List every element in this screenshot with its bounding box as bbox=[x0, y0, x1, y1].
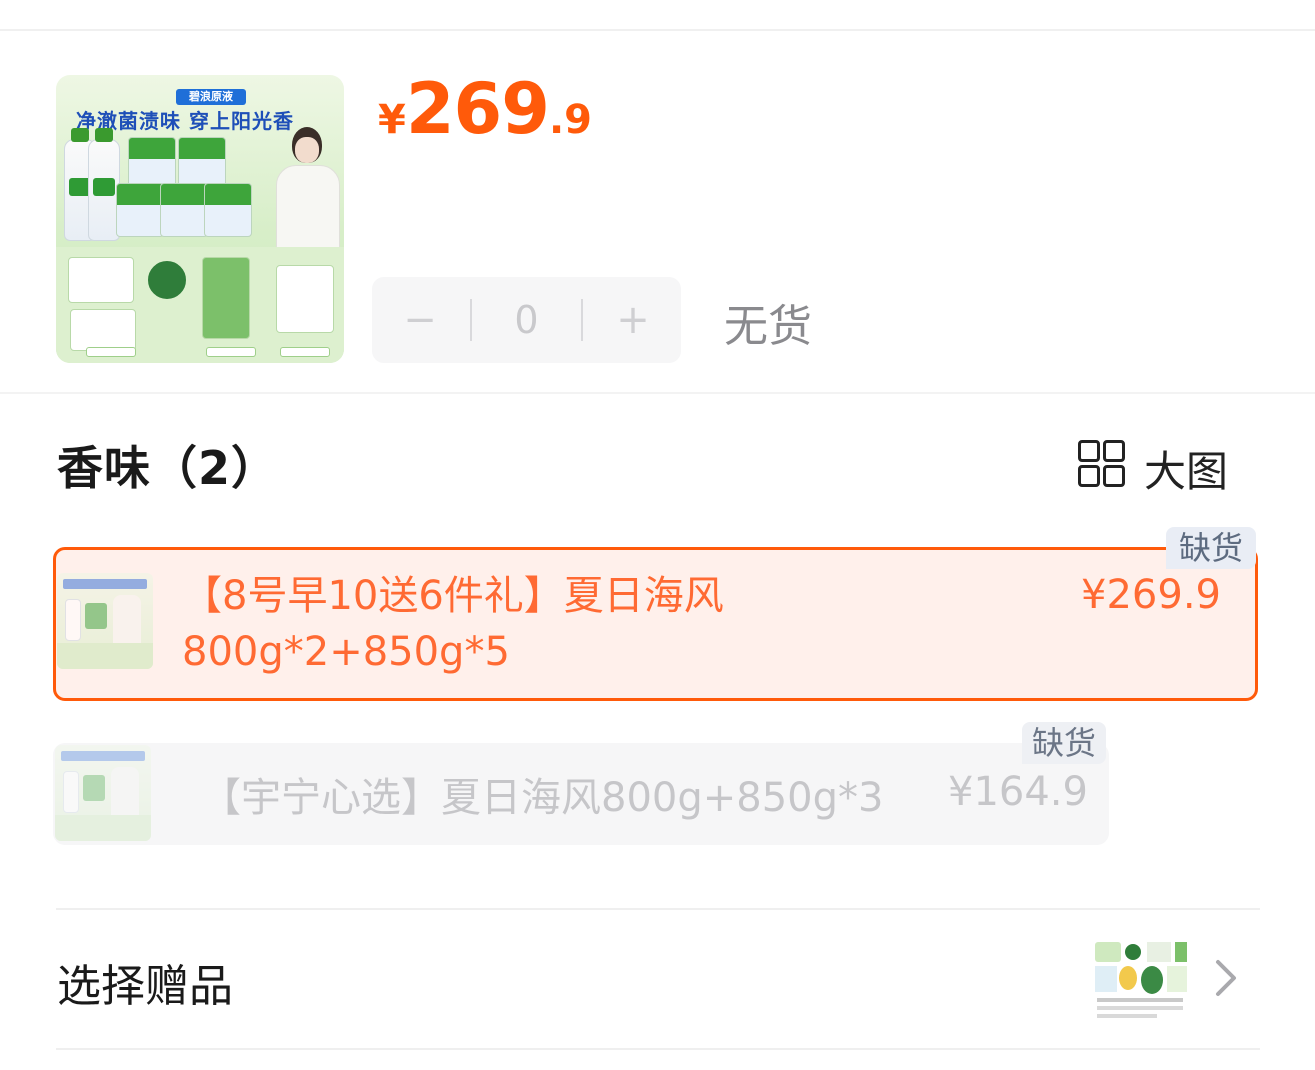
scent-option[interactable]: 【宇宁心选】夏日海风800g+850g*3 ¥164.9 bbox=[53, 743, 1109, 845]
product-image[interactable]: 碧浪原液 净澈菌渍味 穿上阳光香 bbox=[56, 75, 344, 363]
section-divider bbox=[0, 392, 1315, 394]
scent-section-title: 香味（2） bbox=[57, 441, 279, 495]
out-of-stock-badge: 缺货 bbox=[1166, 527, 1256, 569]
option-thumbnail bbox=[55, 745, 151, 841]
price-currency: ¥ bbox=[378, 97, 406, 143]
quantity-stepper: − 0 + bbox=[372, 277, 681, 363]
spokesperson-graphic bbox=[270, 127, 340, 259]
select-gift-label[interactable]: 选择赠品 bbox=[57, 950, 233, 1014]
increase-button[interactable]: + bbox=[585, 277, 681, 363]
section-divider bbox=[56, 908, 1260, 910]
bottom-divider bbox=[56, 1048, 1260, 1050]
large-image-label: 大图 bbox=[1144, 447, 1229, 496]
gift-showcase bbox=[56, 247, 344, 363]
option-thumbnail bbox=[57, 573, 153, 669]
pack-graphic bbox=[204, 183, 252, 237]
price-integer: 269 bbox=[405, 68, 550, 150]
option-price: ¥269.9 bbox=[1081, 572, 1221, 618]
product-image-banner: 碧浪原液 净澈菌渍味 穿上阳光香 bbox=[66, 89, 334, 133]
grid-icon bbox=[1078, 440, 1125, 487]
chevron-right-icon[interactable] bbox=[1212, 958, 1240, 998]
pack-graphic bbox=[160, 183, 208, 237]
decrease-button[interactable]: − bbox=[372, 277, 468, 363]
stock-status: 无货 bbox=[724, 301, 812, 352]
gift-thumbnail[interactable] bbox=[1091, 940, 1189, 1022]
stepper-divider bbox=[581, 299, 583, 341]
option-price: ¥164.9 bbox=[948, 769, 1088, 815]
quantity-input[interactable]: 0 bbox=[472, 277, 581, 363]
scent-option-selected[interactable]: 【8号早10送6件礼】夏日海风800g*2+850g*5 ¥269.9 bbox=[53, 547, 1258, 701]
product-price: ¥269.9 bbox=[378, 68, 592, 150]
pack-graphic bbox=[116, 183, 164, 237]
product-image-tag: 碧浪原液 bbox=[176, 89, 246, 105]
top-divider bbox=[0, 29, 1315, 31]
option-name: 【8号早10送6件礼】夏日海风800g*2+850g*5 bbox=[182, 573, 724, 675]
option-name: 【宇宁心选】夏日海风800g+850g*3 bbox=[201, 775, 884, 821]
out-of-stock-badge: 缺货 bbox=[1022, 722, 1106, 764]
price-decimal: .9 bbox=[548, 97, 592, 143]
